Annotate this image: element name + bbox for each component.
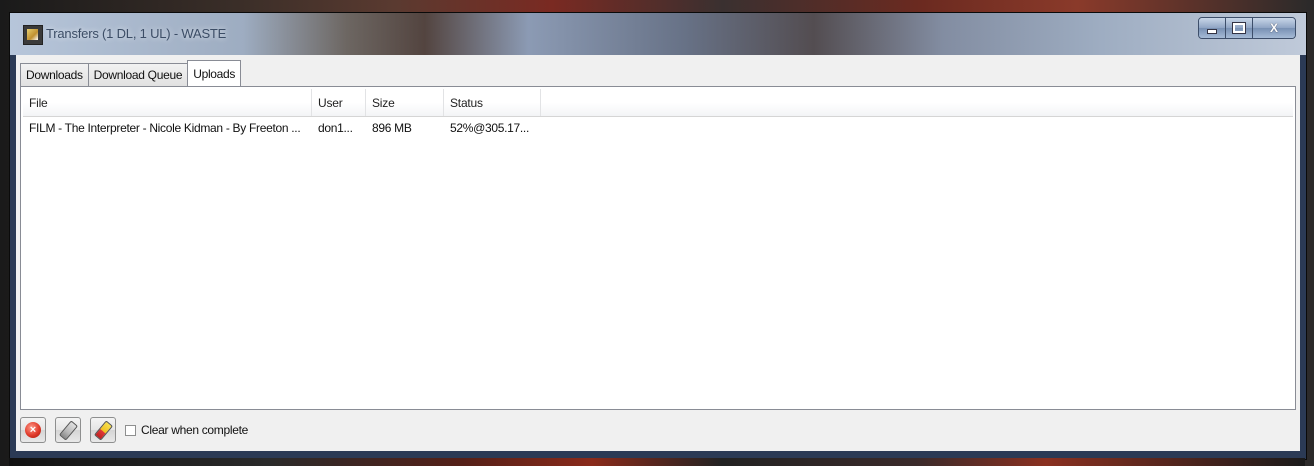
maximize-icon — [1232, 22, 1246, 34]
column-header-status[interactable]: Status — [444, 89, 541, 116]
close-icon: X — [1269, 21, 1278, 35]
tab-uploads[interactable]: Uploads — [187, 60, 242, 87]
client-area: Downloads Download Queue Uploads File Us… — [16, 55, 1300, 451]
table-row[interactable]: FILM - The Interpreter - Nicole Kidman -… — [23, 117, 1293, 139]
clear-all-button[interactable] — [90, 417, 116, 443]
column-header-filler — [541, 89, 1293, 116]
eraser-icon — [58, 419, 78, 441]
window-title: Transfers (1 DL, 1 UL) - WASTE — [46, 26, 227, 41]
column-header-user[interactable]: User — [312, 89, 366, 116]
caption-buttons: X — [1198, 17, 1296, 39]
tab-downloads[interactable]: Downloads — [20, 63, 88, 86]
tab-download-queue[interactable]: Download Queue — [87, 63, 188, 86]
clear-when-complete-checkbox[interactable] — [125, 424, 136, 436]
cell-status: 52%@305.17... — [450, 121, 530, 135]
transfers-window: Transfers (1 DL, 1 UL) - WASTE X Downloa… — [9, 12, 1307, 460]
clear-completed-button[interactable] — [55, 417, 81, 443]
cell-size: 896 MB — [372, 121, 412, 135]
cell-user: don1... — [318, 121, 353, 135]
maximize-button[interactable] — [1225, 18, 1252, 38]
desktop-bottom-strip — [9, 458, 1305, 466]
list-header: File User Size Status — [23, 89, 1293, 117]
close-button[interactable]: X — [1252, 18, 1295, 38]
title-bar[interactable]: Transfers (1 DL, 1 UL) - WASTE X — [10, 13, 1306, 55]
column-header-file[interactable]: File — [23, 89, 312, 116]
cancel-icon: × — [25, 422, 41, 438]
minimize-icon — [1207, 28, 1217, 34]
uploads-list: File User Size Status FILM - The Interpr… — [20, 86, 1296, 410]
app-icon — [23, 25, 43, 45]
cancel-transfer-button[interactable]: × — [20, 417, 46, 443]
column-header-size[interactable]: Size — [366, 89, 444, 116]
cell-file: FILM - The Interpreter - Nicole Kidman -… — [29, 121, 301, 135]
tab-strip: Downloads Download Queue Uploads — [20, 59, 242, 87]
minimize-button[interactable] — [1199, 18, 1225, 38]
clear-when-complete-label[interactable]: Clear when complete — [141, 423, 248, 437]
bottom-toolbar: × Clear when complete — [20, 413, 248, 447]
eraser-color-icon — [93, 419, 113, 441]
